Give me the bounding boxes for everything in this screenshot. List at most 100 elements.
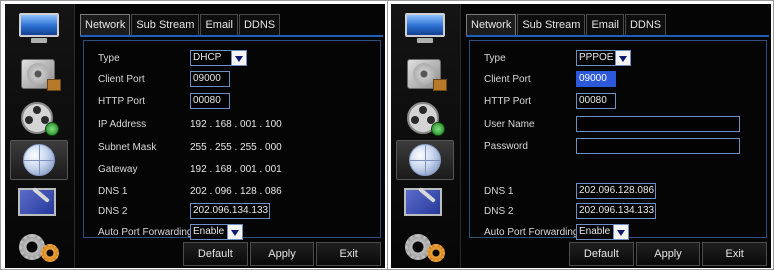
row-password: Password [484, 137, 528, 155]
sidebar-item-network[interactable] [396, 140, 454, 180]
sidebar-item-network[interactable] [10, 140, 68, 180]
row-dns2: DNS 2 [484, 202, 513, 220]
apply-button[interactable]: Apply [635, 242, 701, 266]
sidebar-item-storage[interactable] [10, 54, 68, 94]
sidebar-item-display[interactable] [10, 8, 68, 48]
apply-button[interactable]: Apply [249, 242, 315, 266]
auto-port-forwarding-select[interactable]: Enable [576, 224, 629, 240]
http-port-field[interactable]: 00080 [190, 93, 230, 109]
tools-icon [403, 187, 447, 221]
row-type: Type [484, 49, 506, 67]
type-select-value: PPPOE [576, 50, 616, 66]
type-label: Type [484, 52, 506, 64]
client-port-field[interactable]: 09000 [190, 71, 230, 87]
tab-network[interactable]: Network [80, 14, 131, 36]
tab-email[interactable]: Email [586, 14, 624, 36]
subnet-mask-value[interactable]: 255 . 255 . 255 . 000 [190, 142, 282, 153]
row-auto-port-forwarding: Auto Port Forwarding [98, 223, 193, 241]
chevron-down-icon[interactable] [228, 224, 243, 240]
default-button[interactable]: Default [569, 242, 634, 266]
exit-button[interactable]: Exit [316, 242, 382, 266]
sidebar-item-display[interactable] [396, 8, 454, 48]
row-dns2: DNS 2 [98, 202, 127, 220]
http-port-field[interactable]: 00080 [576, 93, 616, 109]
tab-bar: Network Sub Stream Email DDNS [466, 14, 667, 36]
tab-underline [80, 35, 383, 37]
chevron-down-icon[interactable] [232, 50, 247, 66]
dns2-label: DNS 2 [98, 205, 128, 217]
tab-bar: Network Sub Stream Email DDNS [80, 14, 281, 36]
network-panel-pppoe: Network Sub Stream Email DDNS Type PPPOE… [391, 4, 771, 268]
sidebar-item-storage[interactable] [396, 54, 454, 94]
sidebar-item-system[interactable] [10, 228, 68, 268]
user-name-field[interactable] [576, 116, 740, 132]
client-port-field[interactable]: 09000 [576, 71, 616, 87]
user-name-label: User Name [484, 118, 535, 130]
monitor-icon [403, 12, 447, 44]
dns2-label: DNS 2 [484, 205, 514, 217]
network-globe-icon [23, 144, 55, 176]
sidebar-item-record[interactable] [10, 98, 68, 138]
client-port-label: Client Port [98, 73, 145, 85]
tab-email[interactable]: Email [200, 14, 238, 36]
gateway-value[interactable]: 192 . 168 . 001 . 001 [190, 164, 282, 175]
tab-network[interactable]: Network [466, 14, 517, 36]
row-auto-port-forwarding: Auto Port Forwarding [484, 223, 579, 241]
auto-port-forwarding-value: Enable [190, 224, 228, 240]
tab-ddns[interactable]: DDNS [624, 14, 667, 36]
row-http-port: HTTP Port [98, 92, 145, 110]
sidebar-item-record[interactable] [396, 98, 454, 138]
dns1-label: DNS 1 [98, 185, 128, 197]
exit-button[interactable]: Exit [702, 242, 768, 266]
row-client-port: Client Port [484, 70, 531, 88]
tab-underline [466, 35, 769, 37]
auto-port-forwarding-select[interactable]: Enable [190, 224, 243, 240]
auto-port-forwarding-label: Auto Port Forwarding [484, 226, 579, 238]
film-reel-icon [405, 100, 445, 136]
type-select-value: DHCP [190, 50, 232, 66]
default-button[interactable]: Default [183, 242, 248, 266]
sidebar-item-advanced[interactable] [10, 184, 68, 224]
row-gateway: Gateway [98, 160, 137, 178]
gear-icon [17, 232, 61, 264]
type-select[interactable]: PPPOE [576, 50, 631, 66]
network-settings-form: Type PPPOE Client Port 09000 HTTP Port 0… [469, 40, 767, 241]
sidebar-item-advanced[interactable] [396, 184, 454, 224]
subnet-mask-label: Subnet Mask [98, 141, 157, 153]
row-http-port: HTTP Port [484, 92, 531, 110]
sidebar [5, 4, 75, 268]
dns1-value[interactable]: 202 . 096 . 128 . 086 [190, 186, 282, 197]
dns1-field[interactable]: 202.096.128.086 [576, 183, 656, 199]
type-label: Type [98, 52, 120, 64]
dns1-label: DNS 1 [484, 185, 514, 197]
row-dns1: DNS 1 [484, 182, 513, 200]
client-port-label: Client Port [484, 73, 531, 85]
sidebar-item-system[interactable] [396, 228, 454, 268]
dns2-field[interactable]: 202.096.134.133 [576, 203, 656, 219]
tab-ddns[interactable]: DDNS [238, 14, 281, 36]
password-label: Password [484, 140, 528, 152]
chevron-down-icon[interactable] [616, 50, 631, 66]
network-panel-dhcp: Network Sub Stream Email DDNS Type DHCP … [5, 4, 385, 268]
http-port-label: HTTP Port [98, 95, 146, 107]
network-globe-icon [409, 144, 441, 176]
row-user-name: User Name [484, 115, 535, 133]
monitor-icon [17, 12, 61, 44]
ip-address-label: IP Address [98, 118, 147, 130]
dns2-field[interactable]: 202.096.134.133 [190, 203, 270, 219]
tab-sub-stream[interactable]: Sub Stream [517, 14, 586, 36]
chevron-down-icon[interactable] [614, 224, 629, 240]
row-type: Type [98, 49, 120, 67]
password-field[interactable] [576, 138, 740, 154]
type-select[interactable]: DHCP [190, 50, 247, 66]
row-client-port: Client Port [98, 70, 145, 88]
button-bar: Default Apply Exit [569, 242, 768, 266]
row-ip-address: IP Address [98, 115, 146, 133]
http-port-label: HTTP Port [484, 95, 532, 107]
disk-icon [19, 57, 61, 91]
ip-address-value[interactable]: 192 . 168 . 001 . 100 [190, 119, 282, 130]
disk-icon [405, 57, 447, 91]
tab-sub-stream[interactable]: Sub Stream [131, 14, 200, 36]
network-settings-form: Type DHCP Client Port 09000 HTTP Port 00… [83, 40, 381, 241]
gear-icon [403, 232, 447, 264]
